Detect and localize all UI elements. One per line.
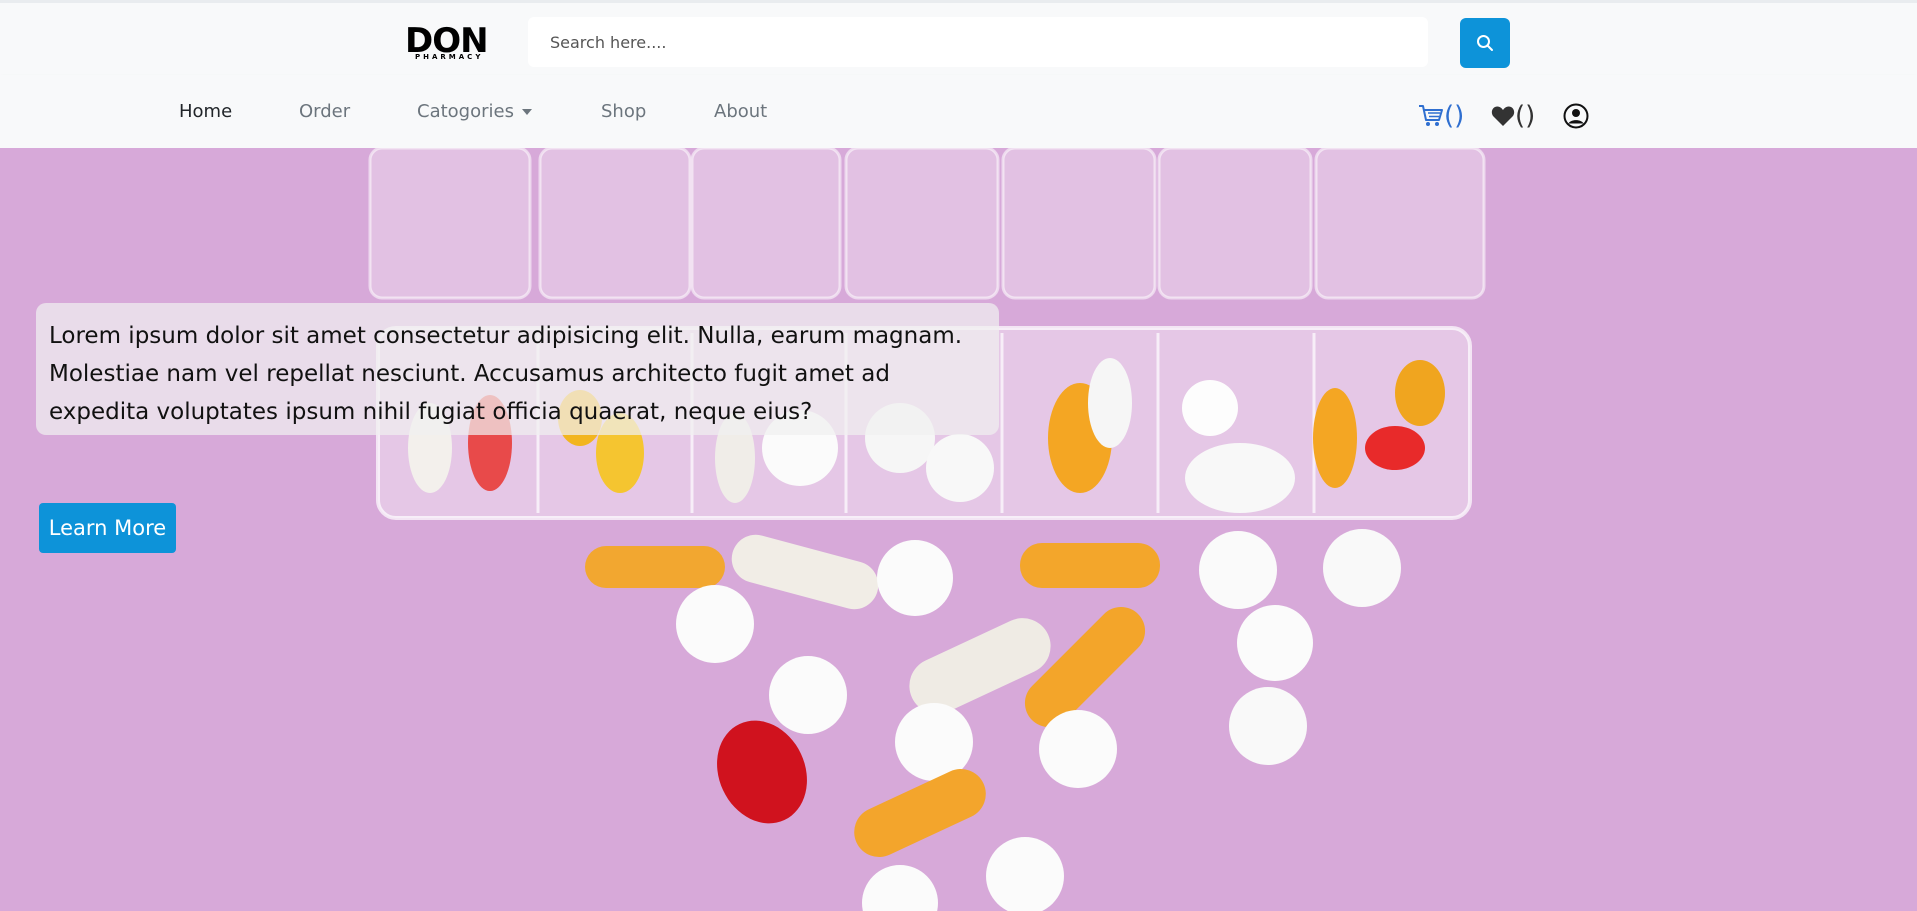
nav-item-shop[interactable]: Shop (601, 101, 646, 122)
nav-item-home[interactable]: Home (179, 101, 232, 122)
heart-icon (1491, 106, 1515, 126)
top-bar: DON PHARMACY (0, 0, 1917, 75)
user-icon (1563, 103, 1589, 129)
brand-logo[interactable]: DON PHARMACY (405, 23, 505, 63)
cart-count: () (1444, 101, 1465, 131)
wishlist-link[interactable]: () (1491, 103, 1535, 129)
hero-description: Lorem ipsum dolor sit amet consectetur a… (49, 323, 963, 425)
hero-image (0, 148, 1917, 911)
brand-subtitle: PHARMACY (415, 53, 484, 61)
chevron-down-icon (521, 109, 532, 115)
cart-link[interactable]: () (1418, 103, 1464, 129)
nav-item-order[interactable]: Order (299, 101, 350, 122)
nav-item-categories-label: Catogories (417, 101, 514, 122)
cart-icon (1419, 105, 1443, 126)
wishlist-count: () (1515, 101, 1536, 131)
search-button[interactable] (1460, 18, 1510, 68)
account-link[interactable] (1563, 103, 1589, 129)
hero-text-box: Lorem ipsum dolor sit amet consectetur a… (36, 303, 999, 435)
nav-item-categories[interactable]: Catogories (417, 101, 532, 122)
nav-item-about[interactable]: About (714, 101, 767, 122)
learn-more-button[interactable]: Learn More (39, 503, 176, 553)
search-icon (1477, 35, 1493, 51)
hero-section: Lorem ipsum dolor sit amet consectetur a… (0, 148, 1917, 911)
search-input[interactable] (528, 17, 1428, 67)
main-navbar: Home Order Catogories Shop About () () (0, 75, 1917, 148)
